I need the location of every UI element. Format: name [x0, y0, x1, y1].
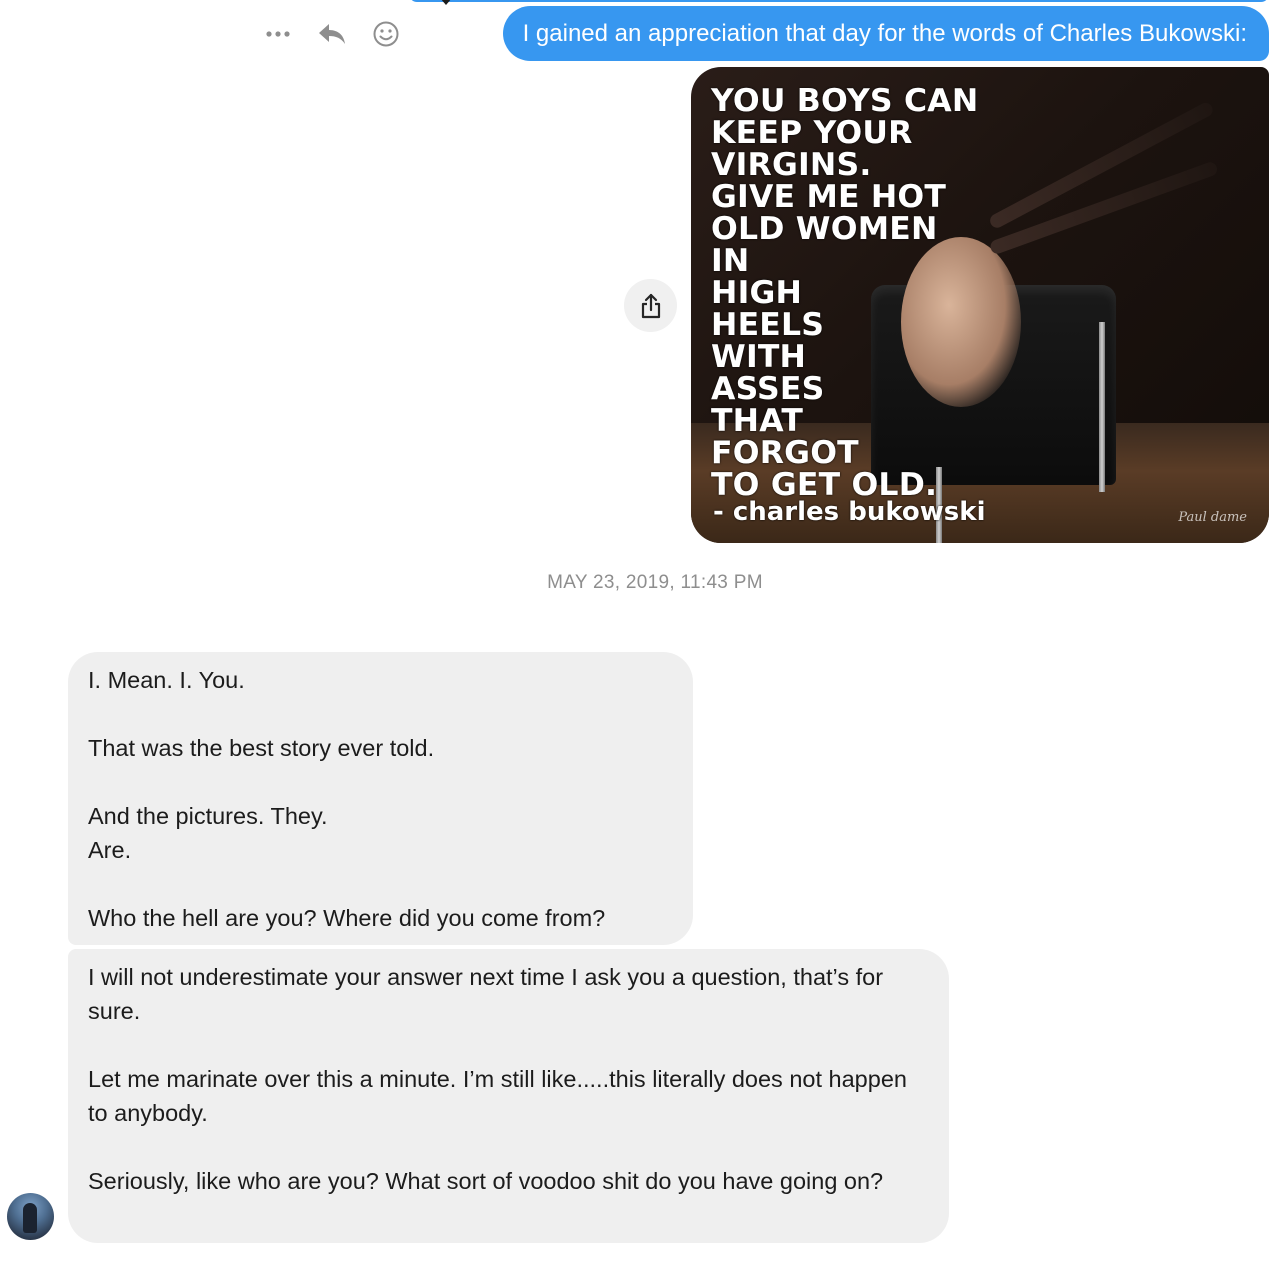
message-tail [440, 0, 452, 5]
image-quote-author: - charles bukowski [713, 497, 986, 527]
avatar[interactable] [7, 1193, 54, 1240]
image-chair-leg [1099, 322, 1105, 492]
incoming-message[interactable]: I will not underestimate your answer nex… [68, 949, 949, 1243]
reply-icon[interactable] [312, 14, 352, 54]
previous-message-edge [409, 0, 1269, 2]
message-paragraph: And the pictures. They. Are. [88, 799, 673, 867]
more-options-icon[interactable] [258, 14, 298, 54]
message-line: Are. [88, 837, 132, 863]
incoming-message[interactable]: I. Mean. I. You. That was the best story… [68, 652, 693, 945]
image-message[interactable]: YOU BOYS CAN KEEP YOUR VIRGINS. GIVE ME … [691, 67, 1269, 543]
message-paragraph: Seriously, like who are you? What sort o… [88, 1168, 884, 1194]
message-timestamp: MAY 23, 2019, 11:43 PM [547, 572, 763, 593]
message-paragraph: Who the hell are you? Where did you come… [88, 905, 606, 931]
image-quote-text: YOU BOYS CAN KEEP YOUR VIRGINS. GIVE ME … [711, 83, 979, 503]
message-actions [258, 14, 420, 54]
share-icon [641, 293, 660, 318]
share-button[interactable] [624, 279, 677, 332]
image-signature: Paul dame [1178, 510, 1247, 525]
message-paragraph: Let me marinate over this a minute. I’m … [88, 1066, 907, 1126]
message-paragraph: That was the best story ever told. [88, 735, 435, 761]
message-line: And the pictures. They. [88, 803, 328, 829]
message-paragraph: I will not underestimate your answer nex… [88, 964, 884, 1024]
message-paragraph: I. Mean. I. You. [88, 667, 245, 693]
outgoing-message[interactable]: I gained an appreciation that day for th… [502, 6, 1269, 61]
avatar-figure [23, 1203, 37, 1233]
chat-window: I gained an appreciation that day for th… [0, 0, 1282, 1262]
emoji-react-icon[interactable] [366, 14, 406, 54]
